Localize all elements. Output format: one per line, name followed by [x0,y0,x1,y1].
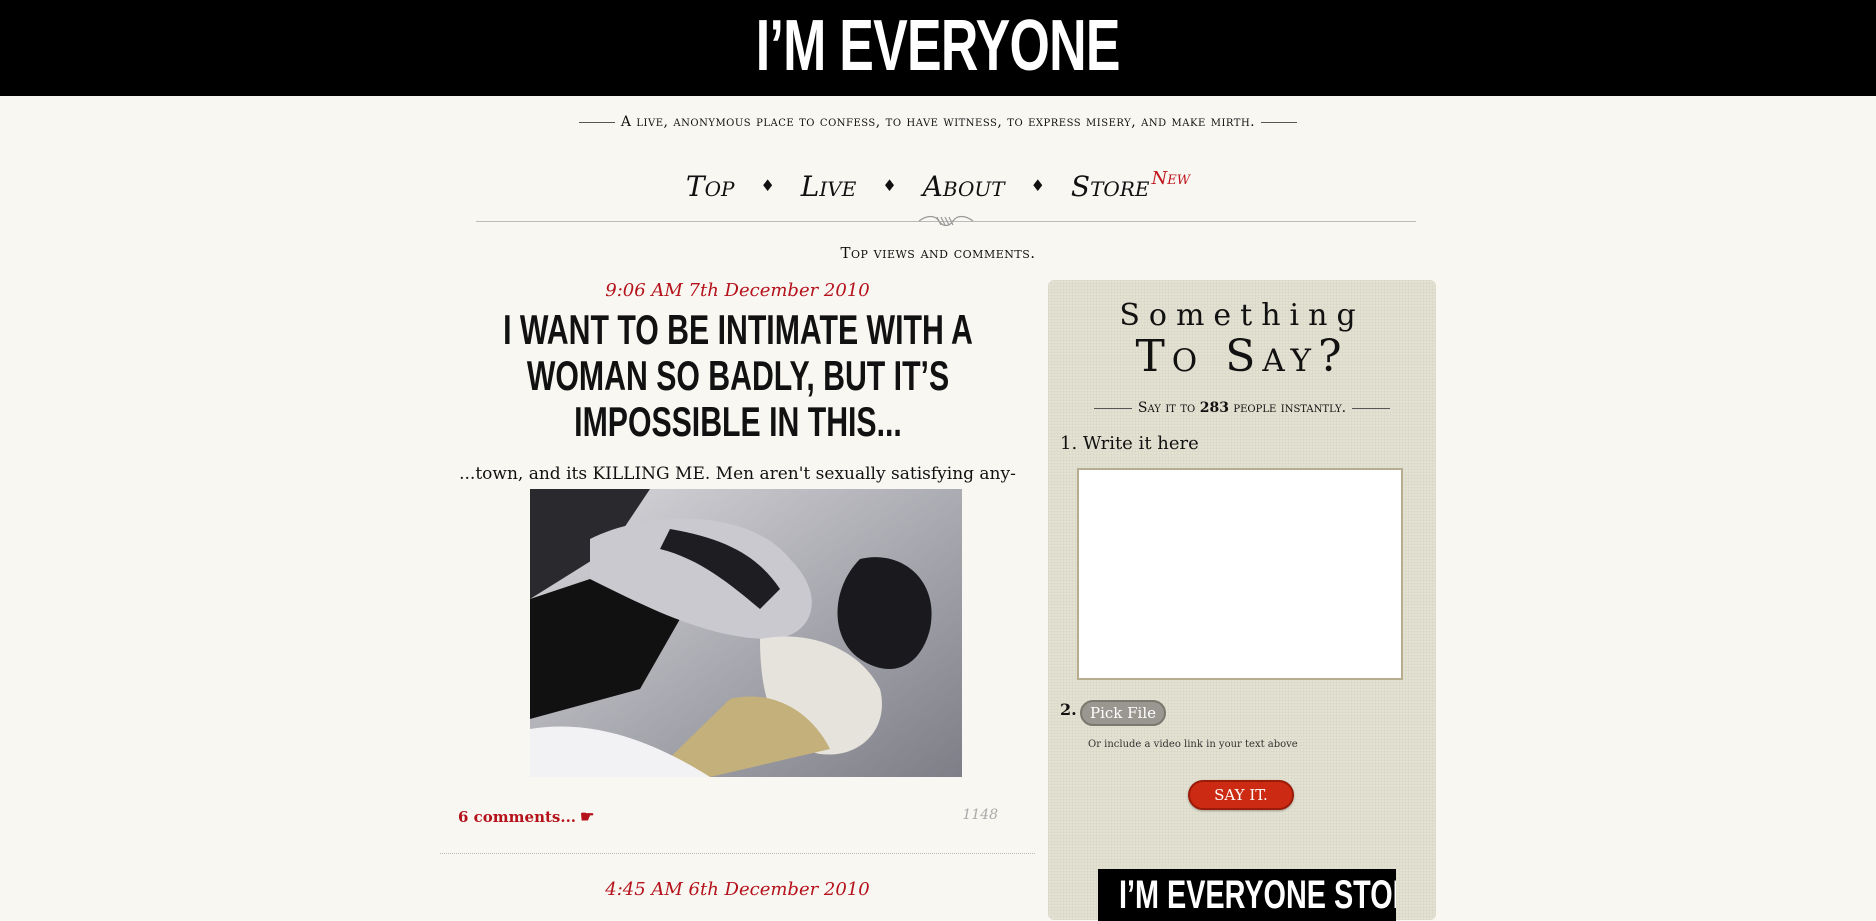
tagline: A live, anonymous place to confess, to h… [0,114,1876,130]
step1-label: 1. Write it here [1060,433,1199,454]
nav-item-live[interactable]: Live [801,170,857,203]
tagline-rule-right [1261,121,1298,123]
confession-textarea[interactable] [1077,468,1403,680]
subheading-rule-right [1352,407,1391,409]
flourish-ornament-icon [918,215,974,227]
site-title[interactable]: I’M EVERYONE [756,6,1121,86]
store-banner-text[interactable]: I’M EVERYONE STORE [1119,869,1396,921]
nav-item-store[interactable]: Store [1071,170,1150,203]
main-nav: Top ♦ Live ♦ About ♦ Store New [0,168,1876,203]
tagline-text: A live, anonymous place to confess, to h… [620,114,1256,130]
pick-file-button[interactable]: Pick File [1080,700,1166,726]
post: 9:06 AM 7th December 2010 I WANT TO BE I… [440,280,1035,826]
submit-panel: Something To Say? Say it to 283 people i… [1048,280,1436,921]
step2-label: 2. [1060,700,1077,719]
subheading-suffix: people instantly. [1233,400,1347,416]
comments-link[interactable]: 6 comments... ☛ [458,807,594,826]
comments-count[interactable]: 6 comments... [458,808,576,826]
diamond-separator-icon: ♦ [760,176,775,195]
subheading-prefix: Say it to [1137,400,1196,416]
diamond-separator-icon: ♦ [882,176,897,195]
post-image[interactable] [530,489,962,777]
panel-heading-line1: Something [1119,298,1365,333]
subheading-rule-left [1093,407,1132,409]
new-badge: New [1151,168,1191,189]
diamond-separator-icon: ♦ [1030,176,1045,195]
post-divider [440,853,1035,854]
panel-heading-line2: To Say? [1135,331,1349,382]
nav-item-about[interactable]: About [923,170,1005,203]
view-count: 1148 [962,807,998,823]
store-banner[interactable]: I’M EVERYONE STORE [1098,869,1396,921]
pointing-hand-icon[interactable]: ☛ [580,807,594,826]
next-post-timestamp[interactable]: 4:45 AM 6th December 2010 [440,879,1035,900]
post-timestamp[interactable]: 9:06 AM 7th December 2010 [440,280,1035,301]
people-count: 283 [1199,400,1229,416]
nav-item-top[interactable]: Top [686,170,735,203]
say-it-button[interactable]: SAY IT. [1188,780,1294,810]
section-caption: Top views and comments. [840,244,1036,262]
post-title[interactable]: I WANT TO BE INTIMATE WITH A WOMAN SO BA… [457,307,1019,445]
video-link-hint: Or include a video link in your text abo… [1088,739,1298,750]
post-footer: 6 comments... ☛ 1148 [458,807,998,826]
panel-subheading: Say it to 283 people instantly. [1048,400,1436,416]
tagline-rule-left [578,121,615,123]
site-header: I’M EVERYONE [0,0,1876,96]
